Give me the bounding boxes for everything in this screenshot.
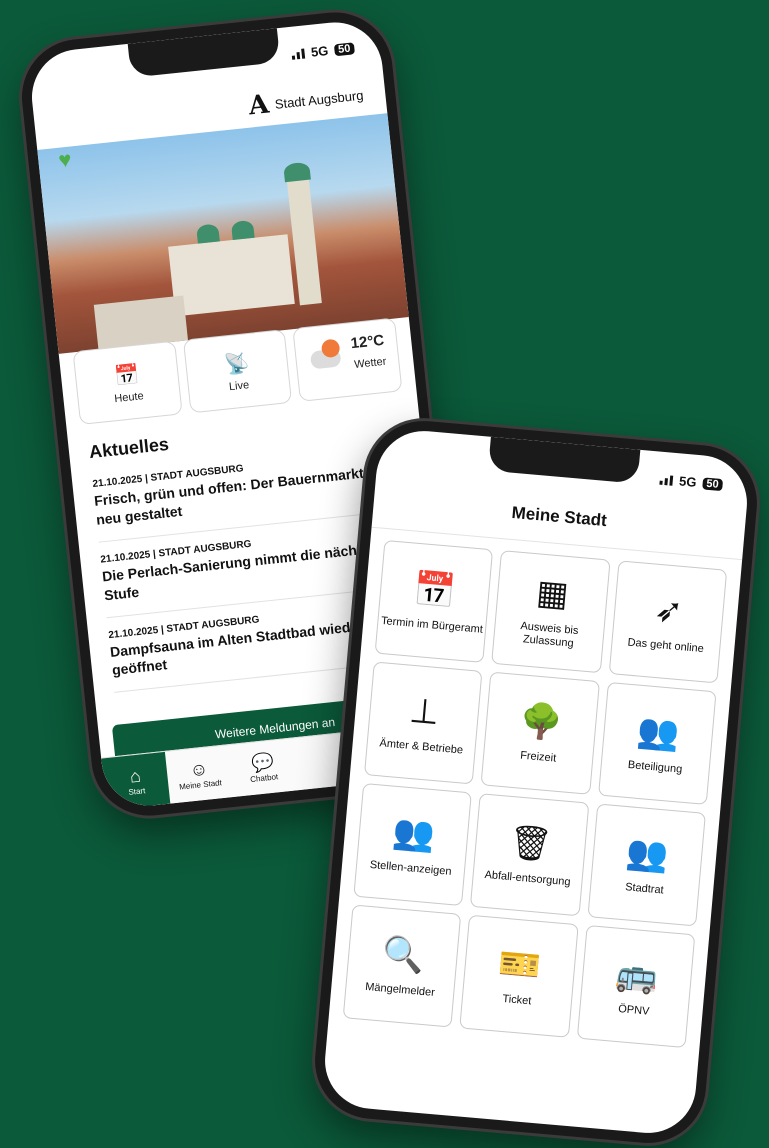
service-label: Beteiligung	[627, 758, 683, 776]
service-label: Termin im Bürgeramt	[380, 614, 484, 636]
service-stadtrat[interactable]: 👥 Stadtrat	[587, 803, 706, 927]
brand[interactable]: A Stadt Augsburg	[247, 80, 365, 122]
battery-icon: 50	[701, 476, 724, 491]
calendar-icon: 📅	[412, 569, 458, 612]
service-label: ÖPNV	[617, 1002, 650, 1018]
bus-icon: 🚌	[614, 954, 660, 997]
tab-label: Start	[128, 786, 146, 797]
service-label: Das geht online	[627, 636, 705, 655]
chat-icon: 💬	[250, 751, 275, 774]
service-maengelmelder[interactable]: 🔍 Mängelmelder	[342, 904, 462, 1028]
tile-weather[interactable]: 12°C Wetter	[292, 317, 403, 402]
magnifier-alert-icon: 🔍	[380, 934, 426, 976]
job-people-icon: 👥	[390, 812, 437, 855]
favorite-heart-icon[interactable]: ♥	[57, 146, 73, 173]
city-name: Stadt Augsburg	[274, 87, 365, 112]
apps-grid-icon: ▦	[534, 573, 571, 615]
service-ticket[interactable]: 🎫 Ticket	[459, 914, 579, 1038]
tile-live[interactable]: 📡 Live	[182, 329, 293, 414]
antenna-icon: 📡	[223, 351, 251, 377]
council-icon: 👥	[624, 833, 671, 875]
network-label: 5G	[678, 473, 698, 490]
service-ausweis-zulassung[interactable]: ▦ Ausweis bis Zulassung	[491, 550, 611, 674]
meine-stadt-screen: 5G 50 Meine Stadt 📅 Termin im Bürgeramt …	[321, 427, 751, 1137]
battery-icon: 50	[333, 41, 355, 56]
service-abfallentsorgung[interactable]: 🗑 Abfall-entsorgung	[470, 793, 590, 917]
ticket-icon: 🎫	[497, 944, 543, 987]
tab-label: Chatbot	[249, 772, 279, 785]
notch	[127, 28, 281, 78]
service-label: Ticket	[501, 992, 532, 1008]
service-label: Ausweis bis Zulassung	[519, 620, 579, 651]
service-grid: 📅 Termin im Bürgeramt ▦ Ausweis bis Zula…	[342, 539, 728, 1049]
trash-icon: 🗑	[507, 822, 554, 865]
phone-meine-stadt-screen: 5G 50 Meine Stadt 📅 Termin im Bürgeramt …	[310, 416, 762, 1148]
bench-tree-icon: 🌳	[518, 701, 564, 743]
signal-icon	[659, 474, 674, 486]
signal-icon	[292, 47, 306, 60]
people-chat-icon: 👥	[635, 711, 681, 754]
notch	[487, 436, 641, 484]
status-bar: 5G 50	[659, 472, 724, 492]
service-label: Mängelmelder	[364, 980, 436, 999]
page-title: Meine Stadt	[510, 502, 608, 531]
status-bar: 5G 50	[291, 40, 355, 61]
calendar-star-icon: 📅	[113, 363, 141, 388]
tab-label: Meine Stadt	[178, 778, 223, 792]
stamp-icon: ⊥	[407, 691, 441, 733]
city-logo: A	[247, 89, 271, 122]
service-stellenanzeigen[interactable]: 👥 Stellen-anzeigen	[353, 782, 473, 907]
service-das-geht-online[interactable]: ➶ Das geht online	[608, 560, 728, 684]
service-beteiligung[interactable]: 👥 Beteiligung	[597, 681, 717, 805]
tile-label: Live	[228, 378, 250, 393]
hero-image	[37, 113, 409, 354]
tab-chatbot[interactable]: 💬 Chatbot	[229, 739, 298, 797]
temperature: 12°C	[349, 331, 385, 353]
service-label: Stadtrat	[624, 880, 665, 897]
tab-start[interactable]: ⌂ Start	[101, 751, 171, 811]
tab-meine-stadt[interactable]: ☺ Meine Stadt	[165, 745, 234, 803]
service-label: Abfall-entsorgung	[484, 868, 572, 889]
home-icon: ⌂	[128, 765, 142, 787]
network-label: 5G	[310, 43, 330, 60]
tile-label: Heute	[113, 389, 145, 405]
service-aemter-betriebe[interactable]: ⊥ Ämter & Betriebe	[363, 661, 483, 785]
cursor-click-icon: ➶	[652, 590, 685, 632]
service-label: Freizeit	[519, 749, 557, 765]
service-termin-buergeramt[interactable]: 📅 Termin im Bürgeramt	[374, 539, 494, 663]
tile-label: Wetter	[353, 355, 387, 371]
service-label: Stellen-anzeigen	[369, 858, 453, 878]
tile-today[interactable]: 📅 Heute	[72, 340, 183, 425]
service-freizeit[interactable]: 🌳 Freizeit	[480, 671, 600, 795]
smiley-icon: ☺	[188, 758, 210, 781]
service-label: Ämter & Betriebe	[379, 737, 464, 757]
service-oepnv[interactable]: 🚌 ÖPNV	[576, 924, 696, 1049]
